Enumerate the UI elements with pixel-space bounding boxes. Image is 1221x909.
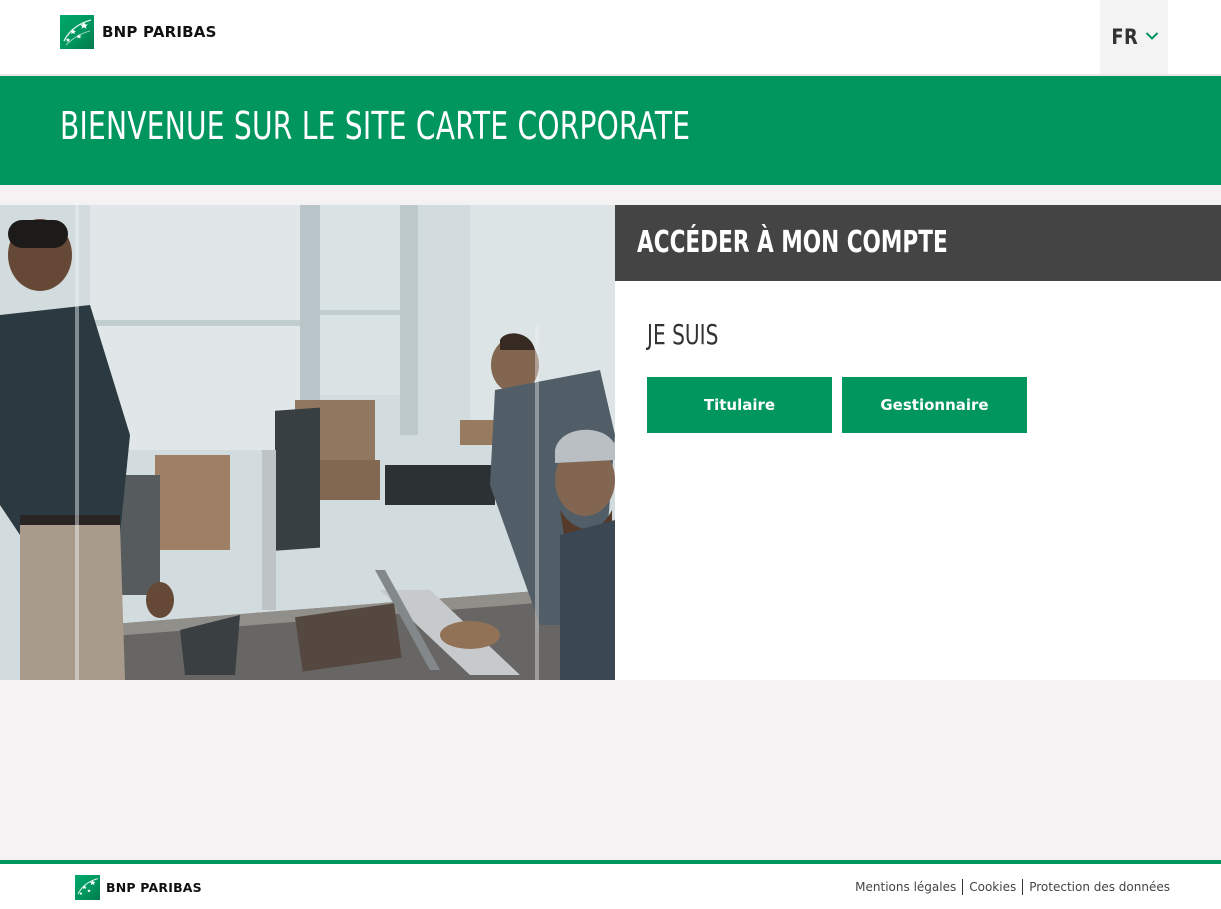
cookies-link[interactable]: Cookies <box>969 880 1016 894</box>
divider <box>962 879 964 895</box>
welcome-banner: BIENVENUE SUR LE SITE CARTE CORPORATE <box>0 76 1221 185</box>
page-title: BIENVENUE SUR LE SITE CARTE CORPORATE <box>60 104 691 148</box>
hero-office-photo <box>0 205 615 680</box>
panel-title: ACCÉDER À MON COMPTE <box>637 225 948 260</box>
site-footer: BNP PARIBAS Mentions légales Cookies Pro… <box>0 860 1221 909</box>
account-access-panel: ACCÉDER À MON COMPTE JE SUIS Titulaire G… <box>615 205 1221 680</box>
footer-brand-name: BNP PARIBAS <box>106 880 202 895</box>
brand-name: BNP PARIBAS <box>102 23 217 41</box>
language-selector[interactable]: FR <box>1100 0 1168 74</box>
footer-links: Mentions légales Cookies Protection des … <box>855 879 1170 895</box>
bnp-stars-icon <box>60 15 94 49</box>
chevron-down-icon <box>1145 28 1159 46</box>
bnp-stars-icon <box>75 875 100 900</box>
legal-notice-link[interactable]: Mentions légales <box>855 880 956 894</box>
holder-button[interactable]: Titulaire <box>647 377 832 433</box>
site-header: BNP PARIBAS FR <box>0 0 1221 76</box>
brand-logo[interactable]: BNP PARIBAS <box>60 15 217 49</box>
divider <box>1022 879 1024 895</box>
footer-brand-logo[interactable]: BNP PARIBAS <box>75 875 202 900</box>
data-protection-link[interactable]: Protection des données <box>1029 880 1170 894</box>
i-am-label: JE SUIS <box>647 318 719 351</box>
panel-header: ACCÉDER À MON COMPTE <box>615 205 1221 281</box>
manager-button[interactable]: Gestionnaire <box>842 377 1027 433</box>
language-label: FR <box>1111 25 1139 49</box>
